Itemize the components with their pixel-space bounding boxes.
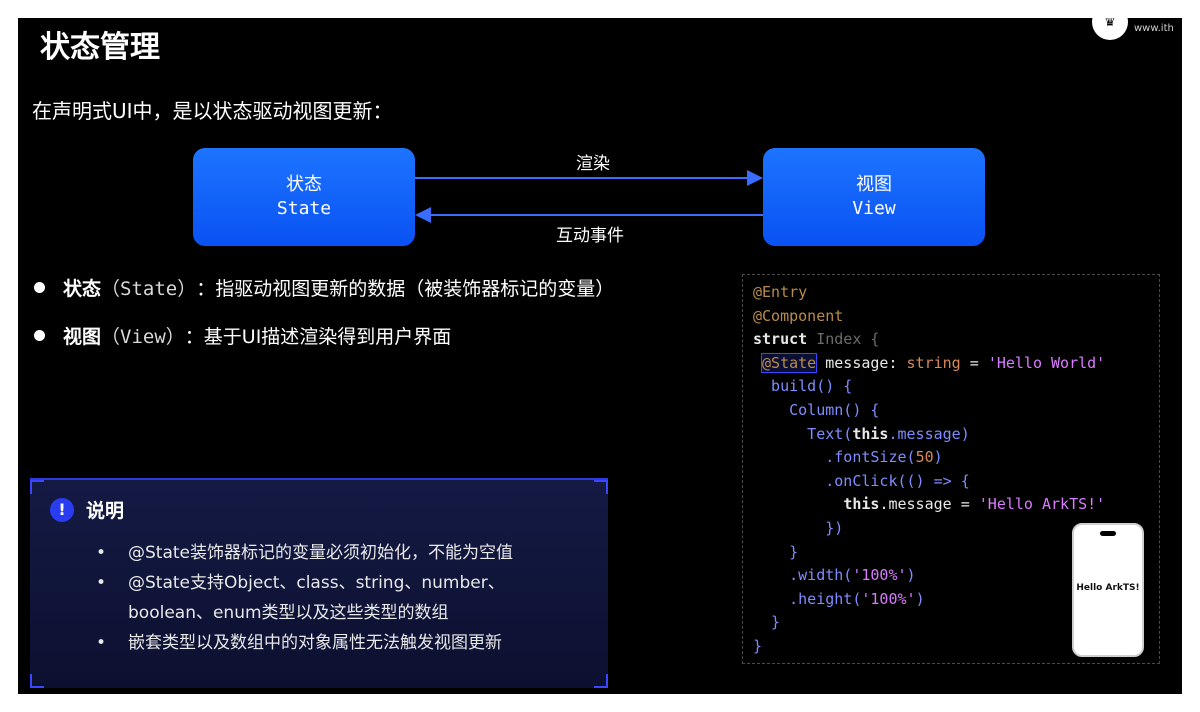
definition-state: 状态 （State） ：指驱动视图更新的数据（被装饰器标记的变量） xyxy=(34,272,614,302)
bullet-dot xyxy=(34,329,45,341)
definition-view: 视图 （View） ：基于UI描述渲染得到用户界面 xyxy=(34,320,614,350)
render-label: 渲染 xyxy=(576,154,610,174)
state-box-zh: 状态 xyxy=(286,174,322,195)
definition-paren: （State） xyxy=(101,277,197,300)
phone-preview: Hello ArkTS! xyxy=(1072,523,1144,657)
definition-desc: ：基于UI描述渲染得到用户界面 xyxy=(184,325,452,348)
slide: 状态管理 ♛ www.ith 在声明式UI中，是以状态驱动视图更新： 状态 St… xyxy=(18,18,1182,694)
note-title: 说明 xyxy=(86,500,125,522)
phone-notch xyxy=(1100,531,1116,536)
state-box-en: State xyxy=(276,198,332,219)
phone-text: Hello ArkTS! xyxy=(1076,583,1140,593)
view-box: 视图 View xyxy=(763,148,985,246)
bullet-dot xyxy=(34,281,45,293)
info-icon: ! xyxy=(50,497,74,522)
note-list: • @State装饰器标记的变量必须初始化，不能为空值 • @State支持Obje… xyxy=(96,538,513,658)
definition-paren: （View） xyxy=(101,325,185,348)
definition-list: 状态 （State） ：指驱动视图更新的数据（被装饰器标记的变量） 视图 （Vi… xyxy=(34,272,614,368)
events-label: 互动事件 xyxy=(556,226,624,246)
list-item: • @State装饰器标记的变量必须初始化，不能为空值 xyxy=(96,543,513,563)
list-item-continuation: boolean、enum类型以及这些类型的数组 xyxy=(128,603,449,623)
state-box: 状态 State xyxy=(193,148,415,246)
definition-term: 状态 xyxy=(63,277,102,300)
definition-term: 视图 xyxy=(63,325,102,348)
view-box-en: View xyxy=(852,198,896,219)
list-item: • @State支持Object、class、string、number、 xyxy=(96,573,505,593)
note-panel: ! 说明 • @State装饰器标记的变量必须初始化，不能为空值 • @State支… xyxy=(30,478,608,688)
state-decorator-highlight: @State xyxy=(761,352,818,373)
definition-desc: ：指驱动视图更新的数据（被装饰器标记的变量） xyxy=(196,277,615,300)
list-item: • 嵌套类型以及数组中的对象属性无法触发视图更新 xyxy=(96,633,502,653)
view-box-zh: 视图 xyxy=(856,174,892,195)
note-header: ! 说明 xyxy=(50,496,124,523)
